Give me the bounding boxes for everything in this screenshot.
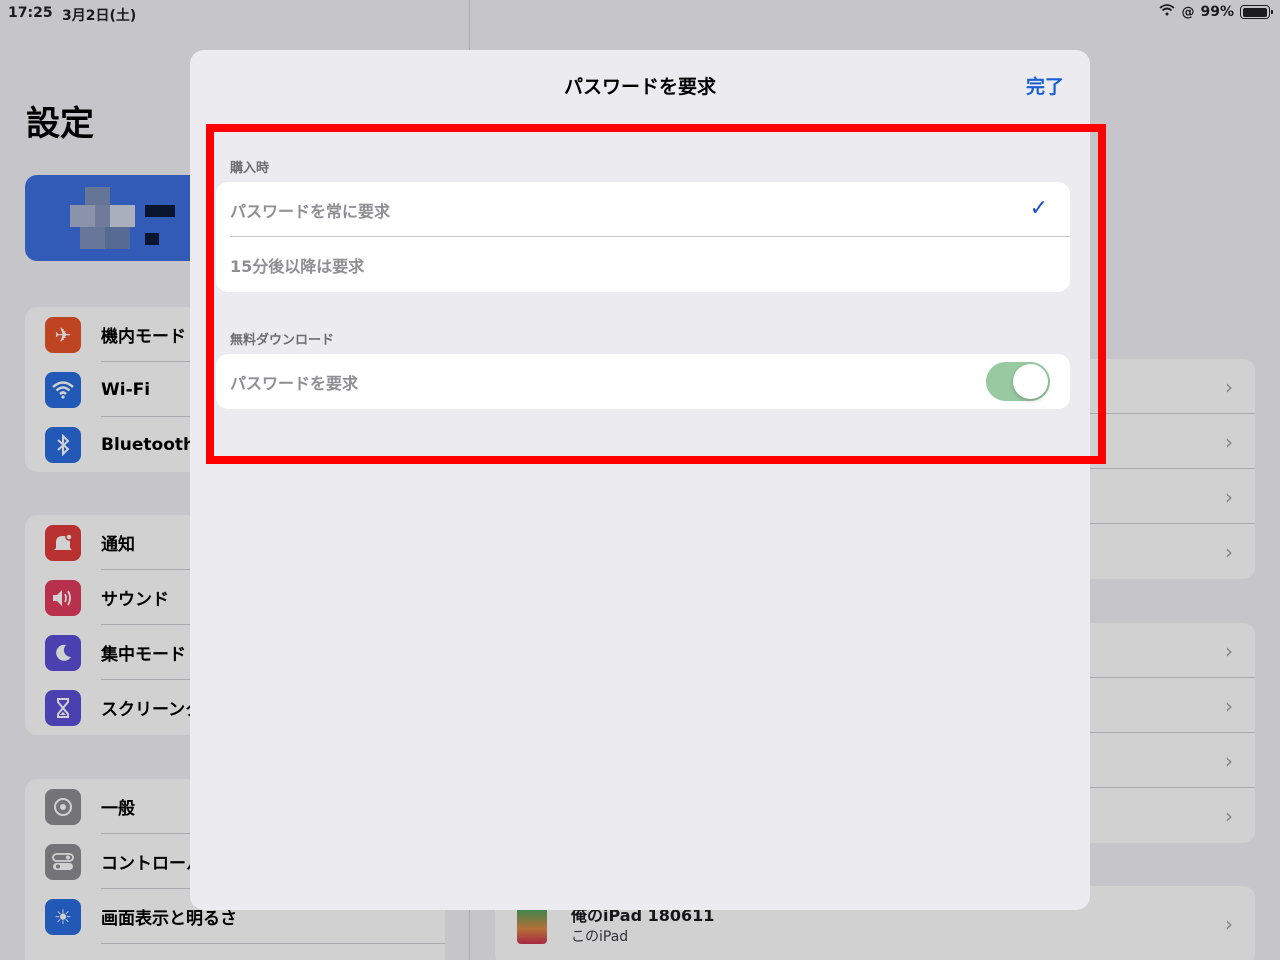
battery-percent: 99% — [1200, 4, 1234, 20]
status-date: 3月2日(土) — [62, 8, 137, 24]
wifi-icon — [1159, 4, 1176, 20]
modal-title: パスワードを要求 — [563, 76, 716, 98]
orientation-lock-icon: @ — [1181, 4, 1195, 20]
status-bar: 17:25 3月2日(土) @ 99% — [0, 0, 1280, 26]
battery-fill — [1242, 7, 1268, 17]
status-right: @ 99% — [1159, 4, 1273, 20]
done-button[interactable]: 完了 — [1026, 72, 1064, 99]
status-time: 17:25 — [8, 5, 53, 21]
red-highlight-box — [206, 124, 1106, 464]
battery-icon — [1240, 5, 1273, 19]
